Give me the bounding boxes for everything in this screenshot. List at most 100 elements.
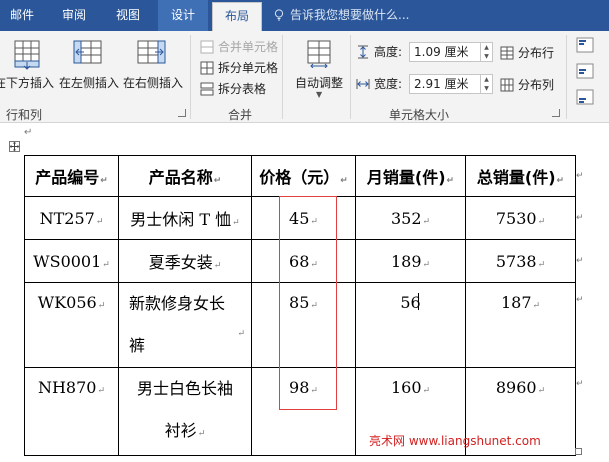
tab-view[interactable]: 视图 xyxy=(106,0,150,31)
cell-product-id: WS0001 xyxy=(33,251,102,271)
paragraph-mark-icon: ↵ xyxy=(24,127,33,138)
header-product-name: 产品名称 xyxy=(148,168,213,187)
cell-height-label: 高度: xyxy=(374,45,403,59)
group-divider xyxy=(566,35,567,119)
cell-mark-icon: ↵ xyxy=(197,429,206,439)
column-width-icon xyxy=(356,79,370,89)
align-top-left-icon[interactable] xyxy=(576,37,594,53)
cell-mark-icon: ↵ xyxy=(537,259,546,270)
table-cell[interactable]: NH870↵ xyxy=(24,367,119,456)
table-cell[interactable]: 男士休闲 T 恤↵ xyxy=(118,196,252,240)
cell-mark-icon: ↵ xyxy=(537,216,546,227)
cell-size-launcher-icon[interactable] xyxy=(552,109,560,117)
table-cell[interactable]: 男士白色长袖衬衫↵ xyxy=(118,367,252,456)
table-cell[interactable]: 夏季女装↵ xyxy=(118,239,252,283)
cell-monthly-sales: 189 xyxy=(390,251,422,271)
lightbulb-icon xyxy=(274,9,284,21)
tell-me-search[interactable]: 告诉我您想要做什么... xyxy=(274,0,409,31)
move-arrows-icon xyxy=(10,142,19,151)
cell-mark-icon: ↵ xyxy=(95,216,104,227)
cell-mark-icon: ↵ xyxy=(556,176,565,186)
cell-mark-icon: ↵ xyxy=(537,386,546,396)
row-end-mark-icon: ↵ xyxy=(576,171,584,181)
cell-mark-icon: ↵ xyxy=(213,261,222,271)
header-price: 价格（元） xyxy=(259,168,340,187)
cell-height-field: 高度: 1.09 厘米 ▲ ▼ xyxy=(356,41,496,63)
cell-total-sales: 5738 xyxy=(495,251,537,271)
cell-monthly-sales: 160 xyxy=(390,378,422,397)
align-bottom-left-icon[interactable] xyxy=(576,89,594,105)
cell-height-spinner[interactable]: ▲ ▼ xyxy=(481,42,493,62)
distribute-rows-label: 分布行 xyxy=(518,46,555,60)
cell-product-name-line1: 新款修身女长 xyxy=(129,294,226,313)
group-label-rows-columns: 行和列 xyxy=(6,108,43,122)
row-end-mark-icon: ↵ xyxy=(576,379,584,389)
split-cells-icon xyxy=(200,61,214,75)
table-cell[interactable]: 5738↵ xyxy=(465,239,576,283)
cell-height-input[interactable]: 1.09 厘米 xyxy=(409,42,481,62)
header-cell[interactable]: 产品名称↵ xyxy=(118,155,252,197)
cell-product-name: 男士休闲 T 恤 xyxy=(130,210,232,229)
row-end-mark-icon: ↵ xyxy=(576,295,584,305)
table-cell[interactable]: NT257↵ xyxy=(24,196,119,240)
table-cell[interactable]: 新款修身女长裤 ↵ xyxy=(118,282,252,368)
cell-mark-icon: ↵ xyxy=(232,218,240,228)
autofit-button[interactable]: 自动调整 ▼ xyxy=(290,36,348,99)
table-cell[interactable]: 56 xyxy=(355,282,466,368)
insert-right-label: 在右侧插入 xyxy=(122,76,183,90)
group-divider xyxy=(350,35,351,119)
cell-total-sales: 8960 xyxy=(495,378,537,397)
document-page[interactable]: ↵ 产品编号↵ 产品名称↵ 价格（元）↵ 月销量(件)↵ 总销量(件)↵ NT2… xyxy=(0,123,609,462)
table-resize-handle[interactable] xyxy=(575,448,582,455)
table-cell[interactable]: WK056↵ xyxy=(24,282,119,368)
insert-left-button[interactable]: 在左侧插入 xyxy=(58,36,120,98)
cell-width-input[interactable]: 2.91 厘米 xyxy=(409,74,481,94)
header-cell[interactable]: 产品编号↵ xyxy=(24,155,119,197)
cell-product-id: WK056 xyxy=(37,293,97,312)
split-cells-label: 拆分单元格 xyxy=(218,61,279,75)
header-cell[interactable]: 总销量(件)↵ xyxy=(465,155,576,197)
cell-product-name-line2: 裤 xyxy=(129,336,146,355)
align-middle-left-icon[interactable] xyxy=(576,63,594,79)
cell-product-name-line1: 男士白色长袖 xyxy=(136,379,233,398)
cell-mark-icon: ↵ xyxy=(237,329,245,339)
group-label-merge: 合并 xyxy=(228,108,253,122)
merge-cells-label: 合并单元格 xyxy=(218,40,279,54)
rows-columns-launcher-icon[interactable] xyxy=(178,109,186,117)
cell-mark-icon: ↵ xyxy=(422,259,431,270)
cell-mark-icon: ↵ xyxy=(340,176,348,186)
group-divider xyxy=(282,35,283,119)
text-cursor xyxy=(418,293,419,310)
header-cell[interactable]: 价格（元）↵ xyxy=(251,155,356,197)
distribute-columns-icon xyxy=(500,78,514,92)
cell-mark-icon: ↵ xyxy=(532,301,541,311)
header-cell[interactable]: 月销量(件)↵ xyxy=(355,155,466,197)
insert-right-button[interactable]: 在右侧插入 xyxy=(122,36,184,98)
tab-review[interactable]: 审阅 xyxy=(52,0,96,31)
insert-below-button[interactable]: 在下方插入 xyxy=(0,36,54,98)
table-cell[interactable]: 189↵ xyxy=(355,239,466,283)
tab-layout[interactable]: 布局 xyxy=(212,2,262,31)
cell-mark-icon: ↵ xyxy=(100,176,108,186)
tab-design[interactable]: 设计 xyxy=(158,0,208,31)
cell-monthly-sales: 352 xyxy=(390,208,422,228)
tab-mailings[interactable]: 邮件 xyxy=(0,0,44,31)
cell-product-name: 夏季女装 xyxy=(148,253,213,272)
cell-product-id: NH870 xyxy=(37,378,97,397)
insert-left-label: 在左侧插入 xyxy=(58,76,119,90)
table-cell[interactable]: 352↵ xyxy=(355,196,466,240)
table-move-handle[interactable] xyxy=(9,141,20,152)
ribbon-layout-panel: 在下方插入 在左侧插入 在右侧插入 行和列 合并单元格 拆分单元格 拆分表格 合… xyxy=(0,31,609,123)
table-cell[interactable]: 187↵ xyxy=(465,282,576,368)
cell-width-spinner[interactable]: ▲ ▼ xyxy=(481,74,493,94)
watermark: 亮术网 www.liangshunet.com xyxy=(369,434,541,448)
cell-product-id: NT257 xyxy=(39,208,95,228)
table-header-row: 产品编号↵ 产品名称↵ 价格（元）↵ 月销量(件)↵ 总销量(件)↵ xyxy=(24,155,576,197)
table-cell[interactable]: 7530↵ xyxy=(465,196,576,240)
insert-below-label: 在下方插入 xyxy=(0,76,55,90)
insert-right-icon xyxy=(137,40,166,64)
tell-me-text: 告诉我您想要做什么... xyxy=(290,8,410,22)
cell-product-name-line2: 衬衫 xyxy=(164,421,197,440)
cell-total-sales: 7530 xyxy=(495,208,537,228)
table-cell[interactable]: WS0001↵ xyxy=(24,239,119,283)
